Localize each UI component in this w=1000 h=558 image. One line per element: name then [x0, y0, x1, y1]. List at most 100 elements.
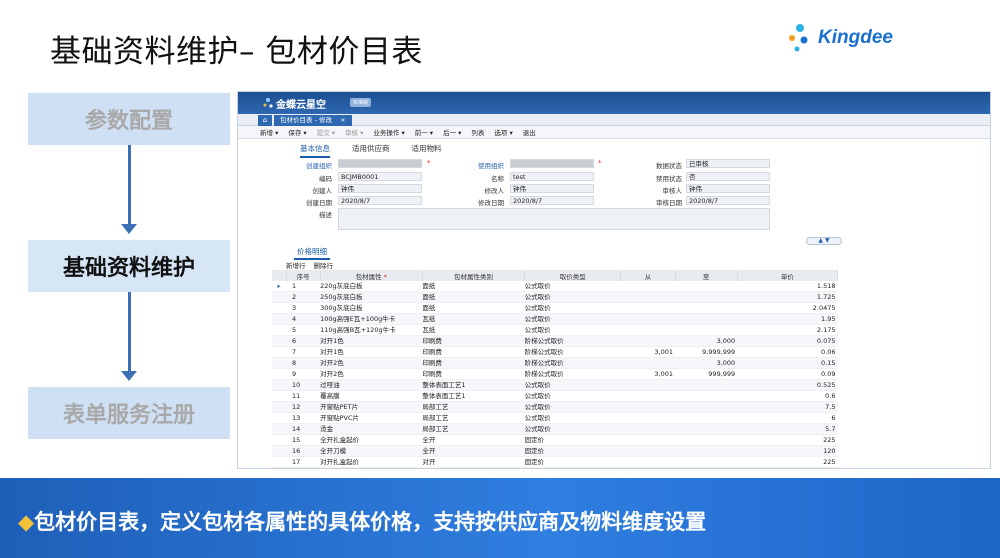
table-row[interactable]: 6 对开1色 印刷费 阶梯公式取价 3,000 0.075 [272, 335, 838, 348]
table-cell[interactable]: 0.525 [737, 379, 838, 392]
table-cell[interactable] [675, 291, 738, 304]
table-row[interactable]: 16 全开刀模 全开 固定价 120 [272, 445, 838, 458]
tab-suppliers[interactable]: 适用供应商 [352, 143, 390, 158]
table-cell[interactable]: 0.15 [737, 357, 838, 370]
table-cell[interactable]: 0.09 [737, 368, 838, 381]
table-cell[interactable]: 9,999,999 [675, 346, 738, 359]
column-header[interactable]: 取价类型 [524, 270, 622, 281]
table-cell[interactable] [675, 456, 738, 468]
table-cell[interactable]: 面纸 [422, 302, 525, 315]
collapse-toggle[interactable]: ▲ ▼ [806, 237, 842, 245]
section-price-detail[interactable]: 价格明细 [294, 246, 330, 260]
use-org-field[interactable] [510, 159, 594, 168]
table-row[interactable]: 2 250g灰底白板 面纸 公式取价 1.725 [272, 291, 838, 304]
table-cell[interactable]: 整体表面工艺1 [422, 379, 525, 392]
desc-field[interactable] [338, 208, 770, 230]
table-cell[interactable]: 瓦纸 [422, 313, 525, 326]
delete-row-button[interactable]: 删除行 [314, 260, 334, 270]
table-cell[interactable]: 公式取价 [524, 401, 621, 414]
table-cell[interactable]: 100g高强E瓦+100g牛卡 [320, 313, 423, 326]
table-row[interactable]: 5 110g高强B瓦+120g牛卡 瓦纸 公式取价 2.175 [272, 324, 838, 337]
table-cell[interactable]: 阶梯公式取价 [524, 335, 621, 348]
table-cell[interactable] [620, 302, 676, 315]
toolbar-exit-button[interactable]: 退出 [523, 127, 536, 137]
tab-document[interactable]: 包材价目表 - 修改 × [274, 115, 352, 126]
table-cell[interactable]: 13 [286, 412, 321, 425]
table-cell[interactable] [620, 390, 676, 403]
auditor-field[interactable]: 钟伟 [686, 184, 770, 193]
tab-materials[interactable]: 适用物料 [412, 143, 442, 158]
toolbar-options-button[interactable]: 选项 ▾ [494, 127, 512, 137]
table-cell[interactable]: 印刷费 [422, 335, 525, 348]
add-row-button[interactable]: 新增行 [286, 260, 306, 270]
table-cell[interactable]: 开窗贴PVC片 [320, 412, 423, 425]
toolbar-submit-button[interactable]: 提交 ▾ [317, 127, 335, 137]
table-cell[interactable] [675, 379, 738, 392]
table-row[interactable]: 14 烫金 局部工艺 公式取价 5.7 [272, 423, 838, 436]
create-date-field[interactable]: 2020/8/7 [338, 196, 422, 205]
audit-date-field[interactable]: 2020/8/7 [686, 196, 770, 205]
toolbar-next-button[interactable]: 后一 ▾ [443, 127, 461, 137]
table-cell[interactable]: 9 [286, 368, 321, 381]
table-cell[interactable]: 公式取价 [524, 412, 621, 425]
table-cell[interactable]: 10 [286, 379, 321, 392]
table-cell[interactable] [675, 281, 738, 293]
toolbar-prev-button[interactable]: 前一 ▾ [415, 127, 433, 137]
table-cell[interactable]: 4 [286, 313, 321, 326]
table-cell[interactable]: 印刷费 [422, 368, 525, 381]
table-cell[interactable]: 固定价 [524, 445, 621, 458]
name-field[interactable]: test [510, 172, 594, 181]
table-cell[interactable]: 对开扎盒起价 [320, 456, 423, 468]
table-cell[interactable]: 面纸 [422, 281, 525, 293]
table-row[interactable]: 7 对开1色 印刷费 阶梯公式取价 3,001 9,999,999 0.06 [272, 346, 838, 359]
column-header[interactable]: 单价 [737, 270, 839, 281]
table-cell[interactable]: 整体表面工艺1 [422, 390, 525, 403]
table-cell[interactable]: 110g高强B瓦+120g牛卡 [320, 324, 423, 337]
toolbar-business-button[interactable]: 业务操作 ▾ [373, 127, 404, 137]
table-cell[interactable] [675, 390, 738, 403]
table-cell[interactable]: 2.175 [737, 324, 838, 337]
table-row[interactable]: 4 100g高强E瓦+100g牛卡 瓦纸 公式取价 1.95 [272, 313, 838, 326]
toolbar-new-button[interactable]: 新增 ▾ [260, 127, 278, 137]
table-cell[interactable] [675, 434, 738, 447]
table-cell[interactable]: 0.06 [737, 346, 838, 359]
table-cell[interactable]: 过哑油 [320, 379, 423, 392]
table-cell[interactable]: 对开2色 [320, 357, 423, 370]
table-row[interactable]: 13 开窗贴PVC片 局部工艺 公式取价 6 [272, 412, 838, 425]
table-row[interactable]: 3 300g灰底白板 面纸 公式取价 2.0475 [272, 302, 838, 315]
table-cell[interactable]: 5.7 [737, 423, 838, 436]
table-cell[interactable]: 1 [286, 281, 321, 293]
table-cell[interactable]: 公式取价 [524, 291, 621, 304]
table-cell[interactable]: 14 [286, 423, 321, 436]
table-cell[interactable]: 固定价 [524, 456, 621, 468]
table-row[interactable]: 17 对开扎盒起价 对开 固定价 225 [272, 456, 838, 468]
table-cell[interactable]: 120 [737, 445, 838, 458]
tab-basic-info[interactable]: 基本信息 [300, 143, 330, 158]
table-cell[interactable]: 1.518 [737, 281, 838, 293]
table-cell[interactable] [620, 445, 676, 458]
table-cell[interactable] [675, 302, 738, 315]
table-cell[interactable] [675, 401, 738, 414]
table-cell[interactable] [620, 281, 676, 293]
creator-field[interactable]: 钟伟 [338, 184, 422, 193]
table-cell[interactable]: 局部工艺 [422, 423, 525, 436]
table-cell[interactable] [620, 291, 676, 304]
table-cell[interactable]: 7.5 [737, 401, 838, 414]
table-cell[interactable]: 开窗贴PET片 [320, 401, 423, 414]
table-cell[interactable] [675, 313, 738, 326]
table-cell[interactable]: 0.075 [737, 335, 838, 348]
table-row[interactable]: 15 全开扎盒起价 全开 固定价 225 [272, 434, 838, 447]
table-cell[interactable]: 11 [286, 390, 321, 403]
table-cell[interactable]: 覆高膜 [320, 390, 423, 403]
table-cell[interactable]: 999,999 [675, 368, 738, 381]
table-cell[interactable]: 250g灰底白板 [320, 291, 423, 304]
table-cell[interactable]: 印刷费 [422, 357, 525, 370]
table-cell[interactable]: 1.95 [737, 313, 838, 326]
table-cell[interactable] [620, 434, 676, 447]
table-cell[interactable]: 225 [737, 456, 838, 468]
table-row[interactable]: 10 过哑油 整体表面工艺1 公式取价 0.525 [272, 379, 838, 392]
table-cell[interactable]: 对开2色 [320, 368, 423, 381]
table-cell[interactable]: 6 [737, 412, 838, 425]
table-cell[interactable] [620, 335, 676, 348]
table-cell[interactable]: 0.6 [737, 390, 838, 403]
